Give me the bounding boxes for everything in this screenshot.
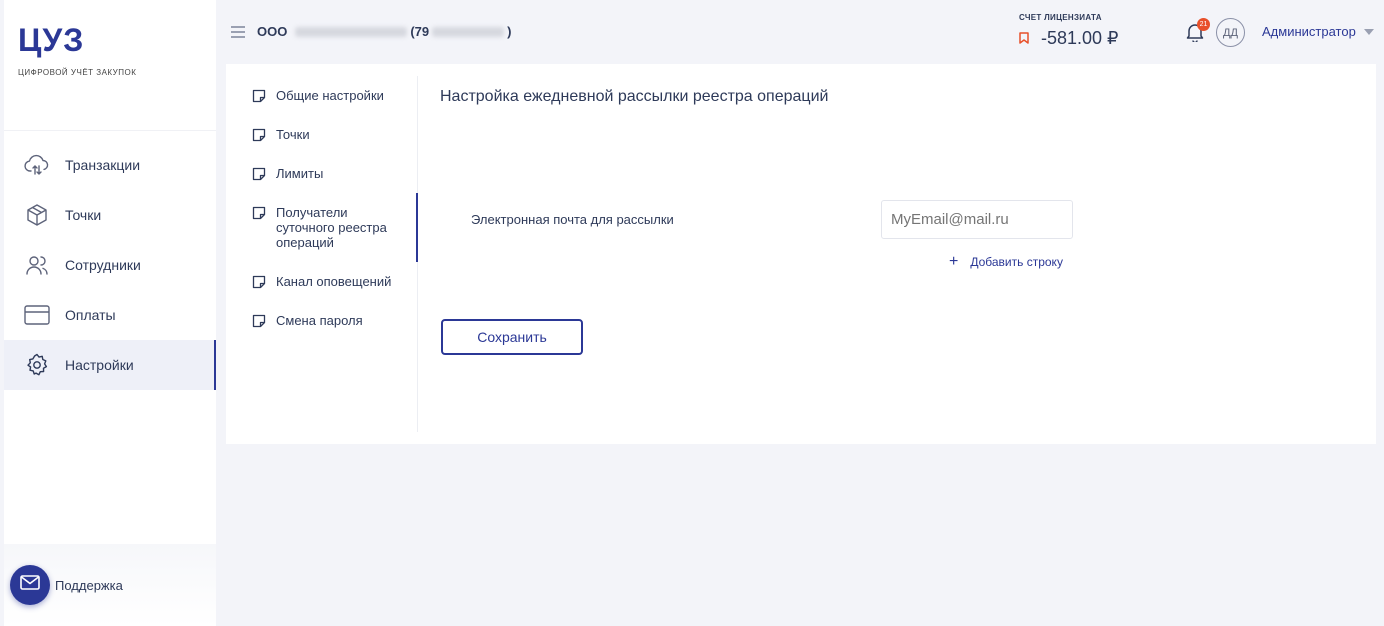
subnav-label: Точки [276, 127, 310, 142]
licensee-account: СЧЕТ ЛИЦЕНЗИАТА -581.00 ₽ [1019, 13, 1119, 49]
app-tagline: ЦИФРОВОЙ УЧЁТ ЗАКУПОК [18, 68, 137, 77]
sidebar-item-label: Транзакции [65, 157, 141, 173]
chevron-down-icon [1363, 28, 1374, 35]
subnav-item-limits[interactable]: Лимиты [248, 154, 417, 193]
redacted-org-name [295, 26, 408, 37]
subnav-label: Смена пароля [276, 313, 363, 328]
support-button[interactable] [10, 565, 50, 605]
user-menu[interactable]: Администратор [1262, 24, 1374, 39]
gear-icon [24, 352, 50, 378]
subnav-item-general[interactable]: Общие настройки [248, 76, 417, 115]
app-logo[interactable]: ЦУЗ [18, 22, 84, 59]
subnav-label: Получатели суточного реестра операций [276, 205, 387, 250]
sidebar-item-employees[interactable]: Сотрудники [4, 240, 216, 290]
note-icon [252, 89, 266, 103]
subnav-label: Канал оповещений [276, 274, 392, 289]
save-button[interactable]: Сохранить [441, 319, 583, 355]
add-row-button[interactable]: + Добавить строку [949, 253, 1063, 270]
settings-subnav: Общие настройки Точки Лимиты Получатели … [248, 76, 418, 432]
sidebar-item-settings[interactable]: Настройки [4, 340, 216, 390]
subnav-item-change-password[interactable]: Смена пароля [248, 301, 417, 340]
org-close: ) [507, 24, 512, 39]
sidebar-item-label: Сотрудники [65, 257, 141, 273]
sidebar-item-transactions[interactable]: Транзакции [4, 140, 216, 190]
subnav-label: Лимиты [276, 166, 324, 181]
sidebar-item-payments[interactable]: Оплаты [4, 290, 216, 340]
subnav-item-registry-recipients[interactable]: Получатели суточного реестра операций [248, 193, 418, 262]
card-icon [24, 302, 50, 328]
org-phone-prefix: (79 [410, 24, 430, 39]
subnav-label: Общие настройки [276, 88, 384, 103]
sidebar-item-label: Точки [65, 207, 102, 223]
subnav-item-notification-channel[interactable]: Канал оповещений [248, 262, 417, 301]
sidebar: ЦУЗ ЦИФРОВОЙ УЧЁТ ЗАКУПОК Транзакции Точ… [4, 0, 216, 626]
main-nav: Транзакции Точки Сотрудники Оплаты Настр… [4, 140, 216, 390]
bookmark-icon [1019, 28, 1029, 49]
note-icon [252, 206, 266, 220]
users-icon [24, 252, 50, 278]
sidebar-item-label: Оплаты [65, 307, 116, 323]
menu-icon[interactable] [231, 26, 245, 38]
settings-card: Общие настройки Точки Лимиты Получатели … [226, 64, 1376, 444]
org-prefix: ООО [257, 24, 288, 39]
email-field-label: Электронная почта для рассылки [471, 212, 674, 227]
note-icon [252, 275, 266, 289]
subnav-item-points[interactable]: Точки [248, 115, 417, 154]
redacted-phone [432, 26, 505, 37]
organization-name: ООО (79 ) [257, 24, 511, 39]
support-label[interactable]: Поддержка [55, 578, 123, 593]
note-icon [252, 128, 266, 142]
cloud-sync-icon [24, 152, 50, 178]
notification-badge: 21 [1197, 18, 1210, 31]
sidebar-item-label: Настройки [65, 357, 134, 373]
mail-icon [20, 575, 40, 595]
account-balance: -581.00 ₽ [1041, 28, 1119, 48]
note-icon [252, 167, 266, 181]
plus-icon: + [949, 253, 959, 270]
email-field[interactable] [881, 200, 1073, 239]
account-label: СЧЕТ ЛИЦЕНЗИАТА [1019, 13, 1102, 22]
add-row-label: Добавить строку [970, 255, 1063, 269]
page-title: Настройка ежедневной рассылки реестра оп… [440, 88, 829, 105]
note-icon [252, 314, 266, 328]
top-bar: ООО (79 ) СЧЕТ ЛИЦЕНЗИАТА -581.00 ₽ 21 Д… [216, 0, 1384, 64]
box-icon [24, 202, 50, 228]
user-role: Администратор [1262, 24, 1356, 39]
sidebar-divider [4, 130, 216, 131]
support: Поддержка [4, 544, 216, 626]
avatar[interactable]: ДД [1216, 18, 1245, 47]
sidebar-item-points[interactable]: Точки [4, 190, 216, 240]
